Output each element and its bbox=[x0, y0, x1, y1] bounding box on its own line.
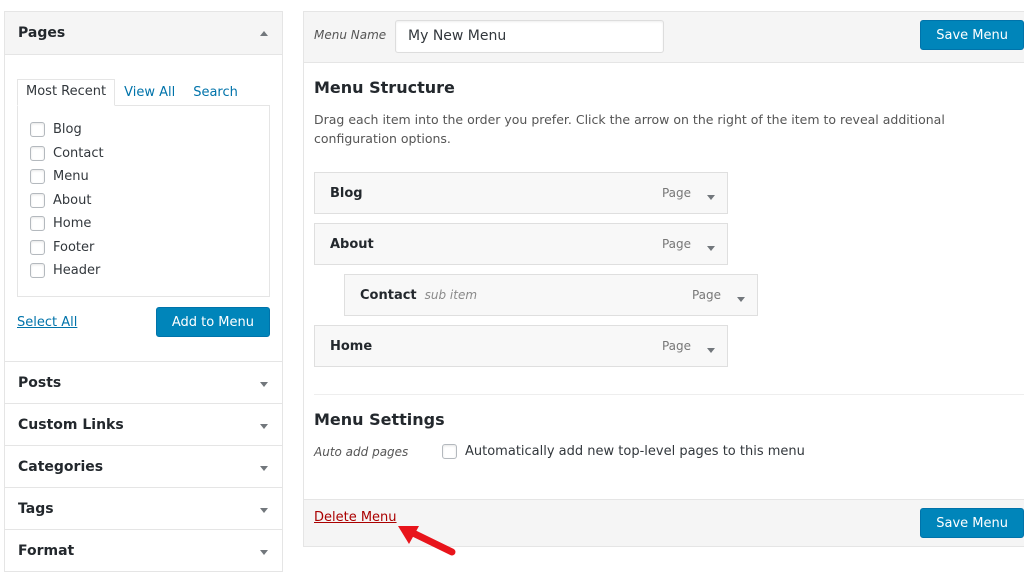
menu-item-type: Page bbox=[661, 237, 691, 251]
save-menu-button-bottom[interactable]: Save Menu bbox=[920, 508, 1024, 538]
menu-item-title: Contact bbox=[360, 287, 417, 303]
item-expand-icon[interactable] bbox=[737, 297, 745, 302]
pages-panel-title: Pages bbox=[18, 25, 66, 41]
page-checkbox-label: Header bbox=[53, 263, 101, 279]
page-checkbox-row[interactable]: Contact bbox=[30, 142, 269, 166]
accordion-title: Categories bbox=[18, 458, 104, 475]
menu-item-title: About bbox=[330, 236, 374, 252]
accordion-title: Tags bbox=[18, 500, 54, 517]
pages-panel: Pages Most Recent View All Search Blog C… bbox=[4, 11, 283, 572]
accordion-custom-links[interactable]: Custom Links bbox=[5, 403, 282, 445]
menu-item-title: Blog bbox=[330, 185, 363, 201]
page-checkbox-label: About bbox=[53, 192, 92, 208]
accordion-title: Posts bbox=[18, 374, 62, 391]
page-checkbox-label: Contact bbox=[53, 145, 104, 161]
accordion-categories[interactable]: Categories bbox=[5, 445, 282, 487]
section-divider bbox=[314, 394, 1024, 395]
checkbox[interactable] bbox=[30, 169, 45, 185]
item-expand-icon[interactable] bbox=[707, 246, 715, 251]
chevron-up-icon[interactable] bbox=[260, 30, 268, 36]
menu-item-subtitle: sub item bbox=[424, 288, 478, 302]
tab-view-all[interactable]: View All bbox=[116, 81, 183, 105]
menu-item[interactable]: Contact sub item Page bbox=[344, 274, 758, 316]
tab-search[interactable]: Search bbox=[185, 81, 246, 105]
pages-actions: Select All Add to Menu bbox=[17, 307, 270, 337]
select-all-link[interactable]: Select All bbox=[17, 315, 77, 330]
menu-structure-description: Drag each item into the order you prefer… bbox=[314, 112, 945, 146]
chevron-down-icon[interactable] bbox=[260, 550, 268, 555]
page-checkbox-row[interactable]: Home bbox=[30, 212, 269, 236]
menu-item-type: Page bbox=[661, 186, 691, 200]
chevron-down-icon[interactable] bbox=[260, 382, 268, 387]
menu-item[interactable]: Blog Page bbox=[314, 172, 728, 214]
accordion-posts[interactable]: Posts bbox=[5, 361, 282, 403]
pages-tabs: Most Recent View All Search bbox=[17, 79, 270, 106]
pages-checklist: Blog Contact Menu About Home Footer Head… bbox=[17, 105, 270, 297]
auto-add-label: Auto add pages bbox=[314, 445, 409, 459]
accordion-title: Custom Links bbox=[18, 416, 124, 433]
menu-name-label: Menu Name bbox=[314, 28, 387, 42]
item-expand-icon[interactable] bbox=[707, 195, 715, 200]
checkbox[interactable] bbox=[30, 263, 45, 279]
checkbox[interactable] bbox=[30, 122, 45, 138]
menu-structure-title: Menu Structure bbox=[314, 78, 455, 97]
menu-items-sidebar: Pages Most Recent View All Search Blog C… bbox=[4, 11, 283, 572]
page-checkbox-row[interactable]: Menu bbox=[30, 165, 269, 189]
menu-item-type: Page bbox=[661, 339, 691, 353]
add-to-menu-button[interactable]: Add to Menu bbox=[155, 307, 270, 337]
tab-most-recent[interactable]: Most Recent bbox=[17, 79, 116, 106]
delete-menu-link[interactable]: Delete Menu bbox=[314, 510, 397, 525]
chevron-down-icon[interactable] bbox=[260, 466, 268, 471]
page-checkbox-label: Blog bbox=[53, 122, 82, 138]
pages-panel-body: Most Recent View All Search Blog Contact… bbox=[5, 55, 282, 349]
menu-name-input[interactable]: My New Menu bbox=[395, 20, 664, 53]
menu-item-title: Home bbox=[330, 338, 373, 354]
auto-add-text[interactable]: Automatically add new top-level pages to… bbox=[465, 444, 805, 459]
auto-add-checkbox[interactable] bbox=[442, 444, 457, 459]
page-checkbox-row[interactable]: Header bbox=[30, 259, 269, 283]
menu-item-type: Page bbox=[691, 288, 721, 302]
save-menu-button[interactable]: Save Menu bbox=[920, 20, 1024, 50]
menu-item[interactable]: Home Page bbox=[314, 325, 728, 367]
page-checkbox-label: Home bbox=[53, 216, 92, 232]
page-checkbox-label: Footer bbox=[53, 239, 95, 255]
page-checkbox-row[interactable]: About bbox=[30, 189, 269, 213]
annotation-arrow-icon bbox=[398, 526, 456, 556]
menu-item[interactable]: About Page bbox=[314, 223, 728, 265]
pages-panel-header[interactable]: Pages bbox=[5, 12, 282, 55]
accordion-format[interactable]: Format bbox=[5, 529, 282, 571]
accordion-tags[interactable]: Tags bbox=[5, 487, 282, 529]
page-checkbox-label: Menu bbox=[53, 169, 89, 185]
chevron-down-icon[interactable] bbox=[260, 424, 268, 429]
menu-settings-title: Menu Settings bbox=[314, 410, 445, 429]
page-checkbox-row[interactable]: Blog bbox=[30, 118, 269, 142]
chevron-down-icon[interactable] bbox=[260, 508, 268, 513]
checkbox[interactable] bbox=[30, 239, 45, 255]
checkbox[interactable] bbox=[30, 192, 45, 208]
menu-header: Menu Name My New Menu Save Menu bbox=[304, 12, 1024, 63]
checkbox[interactable] bbox=[30, 145, 45, 161]
page-checkbox-row[interactable]: Footer bbox=[30, 236, 269, 260]
accordion-title: Format bbox=[18, 542, 75, 559]
checkbox[interactable] bbox=[30, 216, 45, 232]
item-expand-icon[interactable] bbox=[707, 348, 715, 353]
menu-editor: Menu Name My New Menu Save Menu Menu Str… bbox=[303, 11, 1024, 547]
